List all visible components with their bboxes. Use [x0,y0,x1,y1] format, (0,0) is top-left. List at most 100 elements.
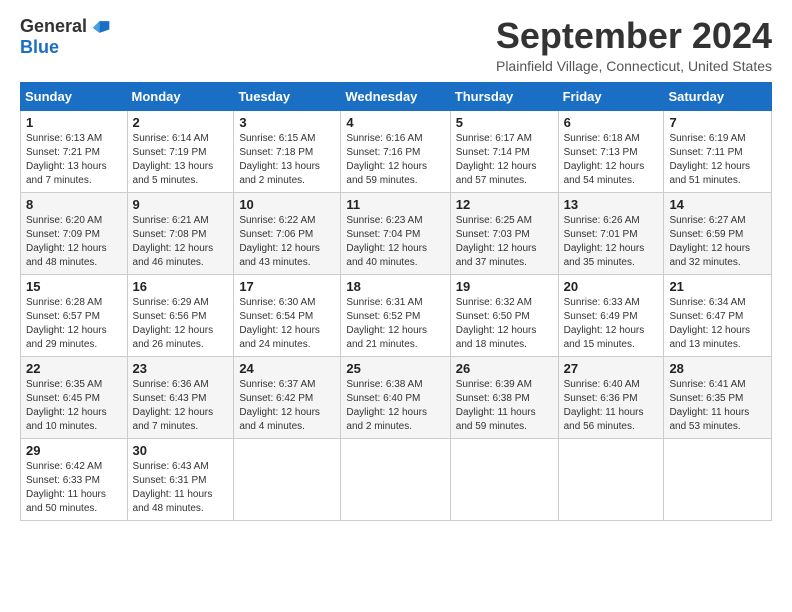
day-cell: 5 Sunrise: 6:17 AMSunset: 7:14 PMDayligh… [450,110,558,192]
day-number: 19 [456,279,553,294]
day-cell: 1 Sunrise: 6:13 AMSunset: 7:21 PMDayligh… [21,110,128,192]
day-number: 29 [26,443,122,458]
day-cell: 8 Sunrise: 6:20 AMSunset: 7:09 PMDayligh… [21,192,128,274]
day-info: Sunrise: 6:23 AMSunset: 7:04 PMDaylight:… [346,215,427,268]
day-cell: 14 Sunrise: 6:27 AMSunset: 6:59 PMDaylig… [664,192,772,274]
day-info: Sunrise: 6:40 AMSunset: 6:36 PMDaylight:… [564,379,644,432]
day-cell: 10 Sunrise: 6:22 AMSunset: 7:06 PMDaylig… [234,192,341,274]
day-info: Sunrise: 6:34 AMSunset: 6:47 PMDaylight:… [669,297,750,350]
weekday-header-tuesday: Tuesday [234,82,341,110]
day-number: 24 [239,361,335,376]
day-info: Sunrise: 6:30 AMSunset: 6:54 PMDaylight:… [239,297,320,350]
weekday-header-row: SundayMondayTuesdayWednesdayThursdayFrid… [21,82,772,110]
day-info: Sunrise: 6:13 AMSunset: 7:21 PMDaylight:… [26,133,107,186]
week-row-4: 22 Sunrise: 6:35 AMSunset: 6:45 PMDaylig… [21,356,772,438]
day-cell: 20 Sunrise: 6:33 AMSunset: 6:49 PMDaylig… [558,274,664,356]
calendar-table: SundayMondayTuesdayWednesdayThursdayFrid… [20,82,772,521]
day-number: 18 [346,279,444,294]
day-info: Sunrise: 6:14 AMSunset: 7:19 PMDaylight:… [133,133,214,186]
day-info: Sunrise: 6:19 AMSunset: 7:11 PMDaylight:… [669,133,750,186]
day-cell: 26 Sunrise: 6:39 AMSunset: 6:38 PMDaylig… [450,356,558,438]
day-number: 11 [346,197,444,212]
day-number: 12 [456,197,553,212]
day-info: Sunrise: 6:31 AMSunset: 6:52 PMDaylight:… [346,297,427,350]
day-cell [234,438,341,520]
weekday-header-thursday: Thursday [450,82,558,110]
day-info: Sunrise: 6:18 AMSunset: 7:13 PMDaylight:… [564,133,645,186]
day-cell: 18 Sunrise: 6:31 AMSunset: 6:52 PMDaylig… [341,274,450,356]
day-cell: 25 Sunrise: 6:38 AMSunset: 6:40 PMDaylig… [341,356,450,438]
day-cell: 29 Sunrise: 6:42 AMSunset: 6:33 PMDaylig… [21,438,128,520]
day-info: Sunrise: 6:29 AMSunset: 6:56 PMDaylight:… [133,297,214,350]
day-info: Sunrise: 6:25 AMSunset: 7:03 PMDaylight:… [456,215,537,268]
day-number: 14 [669,197,766,212]
day-info: Sunrise: 6:20 AMSunset: 7:09 PMDaylight:… [26,215,107,268]
day-cell [450,438,558,520]
day-info: Sunrise: 6:32 AMSunset: 6:50 PMDaylight:… [456,297,537,350]
day-cell: 7 Sunrise: 6:19 AMSunset: 7:11 PMDayligh… [664,110,772,192]
day-cell: 30 Sunrise: 6:43 AMSunset: 6:31 PMDaylig… [127,438,234,520]
day-cell: 22 Sunrise: 6:35 AMSunset: 6:45 PMDaylig… [21,356,128,438]
day-info: Sunrise: 6:33 AMSunset: 6:49 PMDaylight:… [564,297,645,350]
day-info: Sunrise: 6:43 AMSunset: 6:31 PMDaylight:… [133,461,213,514]
day-cell [341,438,450,520]
day-number: 15 [26,279,122,294]
day-number: 30 [133,443,229,458]
day-cell: 12 Sunrise: 6:25 AMSunset: 7:03 PMDaylig… [450,192,558,274]
day-number: 5 [456,115,553,130]
day-number: 22 [26,361,122,376]
weekday-header-wednesday: Wednesday [341,82,450,110]
logo: General Blue [20,16,111,58]
day-info: Sunrise: 6:28 AMSunset: 6:57 PMDaylight:… [26,297,107,350]
day-cell: 27 Sunrise: 6:40 AMSunset: 6:36 PMDaylig… [558,356,664,438]
day-info: Sunrise: 6:38 AMSunset: 6:40 PMDaylight:… [346,379,427,432]
day-cell: 28 Sunrise: 6:41 AMSunset: 6:35 PMDaylig… [664,356,772,438]
day-number: 7 [669,115,766,130]
day-number: 26 [456,361,553,376]
day-info: Sunrise: 6:16 AMSunset: 7:16 PMDaylight:… [346,133,427,186]
day-cell: 19 Sunrise: 6:32 AMSunset: 6:50 PMDaylig… [450,274,558,356]
day-cell: 2 Sunrise: 6:14 AMSunset: 7:19 PMDayligh… [127,110,234,192]
header: General Blue September 2024 Plainfield V… [20,16,772,74]
day-number: 2 [133,115,229,130]
day-info: Sunrise: 6:39 AMSunset: 6:38 PMDaylight:… [456,379,536,432]
day-cell: 11 Sunrise: 6:23 AMSunset: 7:04 PMDaylig… [341,192,450,274]
day-number: 21 [669,279,766,294]
day-number: 10 [239,197,335,212]
day-cell: 4 Sunrise: 6:16 AMSunset: 7:16 PMDayligh… [341,110,450,192]
logo-general: General [20,16,87,37]
day-number: 20 [564,279,659,294]
day-cell: 15 Sunrise: 6:28 AMSunset: 6:57 PMDaylig… [21,274,128,356]
day-number: 3 [239,115,335,130]
day-number: 4 [346,115,444,130]
day-number: 28 [669,361,766,376]
day-cell [558,438,664,520]
day-info: Sunrise: 6:37 AMSunset: 6:42 PMDaylight:… [239,379,320,432]
day-cell: 9 Sunrise: 6:21 AMSunset: 7:08 PMDayligh… [127,192,234,274]
day-info: Sunrise: 6:21 AMSunset: 7:08 PMDaylight:… [133,215,214,268]
day-info: Sunrise: 6:41 AMSunset: 6:35 PMDaylight:… [669,379,749,432]
day-number: 16 [133,279,229,294]
week-row-1: 1 Sunrise: 6:13 AMSunset: 7:21 PMDayligh… [21,110,772,192]
day-info: Sunrise: 6:17 AMSunset: 7:14 PMDaylight:… [456,133,537,186]
day-cell: 16 Sunrise: 6:29 AMSunset: 6:56 PMDaylig… [127,274,234,356]
day-cell: 24 Sunrise: 6:37 AMSunset: 6:42 PMDaylig… [234,356,341,438]
logo-blue: Blue [20,37,59,57]
day-number: 8 [26,197,122,212]
day-number: 23 [133,361,229,376]
day-cell [664,438,772,520]
day-cell: 21 Sunrise: 6:34 AMSunset: 6:47 PMDaylig… [664,274,772,356]
week-row-3: 15 Sunrise: 6:28 AMSunset: 6:57 PMDaylig… [21,274,772,356]
day-info: Sunrise: 6:27 AMSunset: 6:59 PMDaylight:… [669,215,750,268]
logo-icon [91,17,111,37]
day-info: Sunrise: 6:35 AMSunset: 6:45 PMDaylight:… [26,379,107,432]
weekday-header-sunday: Sunday [21,82,128,110]
day-number: 13 [564,197,659,212]
weekday-header-monday: Monday [127,82,234,110]
week-row-2: 8 Sunrise: 6:20 AMSunset: 7:09 PMDayligh… [21,192,772,274]
day-info: Sunrise: 6:22 AMSunset: 7:06 PMDaylight:… [239,215,320,268]
day-info: Sunrise: 6:15 AMSunset: 7:18 PMDaylight:… [239,133,320,186]
month-title: September 2024 [496,16,772,56]
day-number: 1 [26,115,122,130]
title-area: September 2024 Plainfield Village, Conne… [496,16,772,74]
